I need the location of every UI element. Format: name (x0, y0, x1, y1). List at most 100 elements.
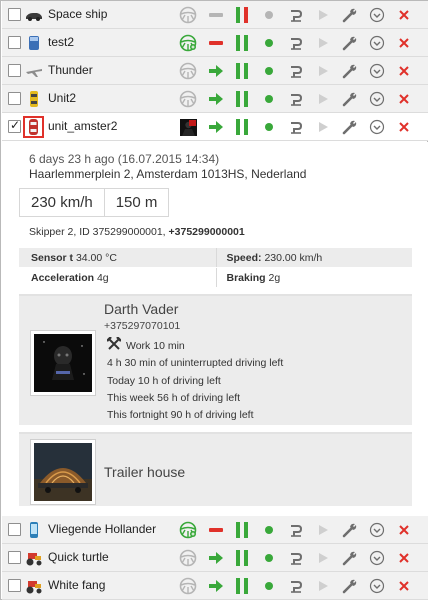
wrench-icon[interactable] (340, 117, 360, 137)
car-top-icon (23, 116, 44, 138)
trailer-card: Trailer house (19, 432, 412, 506)
wrench-icon[interactable] (340, 5, 360, 25)
unit-row[interactable]: Unit2 (2, 85, 428, 113)
unit-name[interactable]: Thunder (48, 63, 93, 77)
unit-checkbox[interactable] (8, 579, 21, 592)
delete-icon[interactable] (394, 576, 414, 596)
dropdown-menu-icon[interactable] (367, 576, 387, 596)
steering-wheel-icon[interactable] (178, 5, 198, 25)
wrench-icon[interactable] (340, 33, 360, 53)
dropdown-menu-icon[interactable] (367, 89, 387, 109)
command-icon[interactable] (286, 33, 306, 53)
last-message-time: 6 days 23 h ago (16.07.2015 14:34) (29, 152, 220, 166)
command-icon[interactable] (286, 117, 306, 137)
play-track-icon[interactable] (313, 5, 333, 25)
pause-icon (232, 548, 252, 568)
taxi-icon (25, 90, 43, 108)
work-status: Work 10 min (106, 336, 185, 354)
driver-name: Darth Vader (104, 301, 179, 317)
driver-card-phone: +375297070101 (104, 320, 181, 332)
moving-arrow-icon (206, 548, 226, 568)
pause-icon (232, 520, 252, 540)
pause-icon (232, 33, 252, 53)
play-track-icon[interactable] (313, 89, 333, 109)
driving-limit-line: Today 10 h of driving left (107, 375, 221, 387)
steering-wheel-icon[interactable] (178, 548, 198, 568)
unit-row[interactable]: Quick turtle (2, 544, 428, 572)
command-icon[interactable] (286, 520, 306, 540)
unit-checkbox[interactable] (8, 118, 21, 133)
unit-name[interactable]: Quick turtle (48, 550, 109, 564)
unit-row[interactable]: Space ship (2, 1, 428, 29)
driver-photo-icon[interactable] (178, 117, 198, 137)
wrench-icon[interactable] (340, 576, 360, 596)
unit-checkbox[interactable] (8, 36, 21, 49)
steering-wheel-icon[interactable] (178, 520, 198, 540)
command-icon[interactable] (286, 576, 306, 596)
command-icon[interactable] (286, 548, 306, 568)
wrench-icon[interactable] (340, 520, 360, 540)
dropdown-menu-icon[interactable] (367, 61, 387, 81)
steering-wheel-icon[interactable] (178, 33, 198, 53)
gps-dot-icon (259, 117, 279, 137)
dropdown-menu-icon[interactable] (367, 5, 387, 25)
sensor-cell: Sensor t 34.00 °C (31, 252, 117, 264)
unit-row[interactable]: test2 (2, 29, 428, 57)
stop-dash-icon (206, 33, 226, 53)
dropdown-menu-icon[interactable] (367, 33, 387, 53)
unit-row[interactable]: Thunder (2, 57, 428, 85)
dropdown-menu-icon[interactable] (367, 548, 387, 568)
play-track-icon[interactable] (313, 61, 333, 81)
unit-row[interactable]: unit_amster2 (2, 113, 428, 141)
unit-row[interactable]: Vliegende Hollander (2, 516, 428, 544)
steering-wheel-icon[interactable] (178, 61, 198, 81)
play-track-icon[interactable] (313, 117, 333, 137)
play-track-icon[interactable] (313, 576, 333, 596)
unit-row[interactable]: White fang (2, 572, 428, 600)
driver-info-text: Skipper 2, ID 375299000001, (29, 226, 169, 238)
moving-arrow-icon (206, 61, 226, 81)
unit-checkbox[interactable] (8, 523, 21, 536)
gps-dot-icon (259, 33, 279, 53)
dropdown-menu-icon[interactable] (367, 117, 387, 137)
gps-dot-icon (259, 576, 279, 596)
unit-checkbox[interactable] (8, 8, 21, 21)
play-track-icon[interactable] (313, 520, 333, 540)
unit-name[interactable]: Unit2 (48, 91, 76, 105)
gps-dot-icon (259, 61, 279, 81)
delete-icon[interactable] (394, 117, 414, 137)
play-track-icon[interactable] (313, 548, 333, 568)
unit-checkbox[interactable] (8, 64, 21, 77)
play-track-icon[interactable] (313, 33, 333, 53)
sensors-table: Sensor t 34.00 °C Speed: 230.00 km/h Acc… (19, 248, 412, 288)
steering-wheel-icon[interactable] (178, 89, 198, 109)
unit-checkbox[interactable] (8, 551, 21, 564)
gps-dot-icon (259, 520, 279, 540)
truck-icon (25, 34, 43, 52)
unit-name[interactable]: unit_amster2 (48, 119, 117, 133)
wrench-icon[interactable] (340, 548, 360, 568)
delete-icon[interactable] (394, 33, 414, 53)
delete-icon[interactable] (394, 5, 414, 25)
command-icon[interactable] (286, 5, 306, 25)
delete-icon[interactable] (394, 520, 414, 540)
driving-limit-line: 4 h 30 min of uninterrupted driving left (107, 357, 284, 369)
delete-icon[interactable] (394, 548, 414, 568)
steering-wheel-icon[interactable] (178, 576, 198, 596)
unit-name[interactable]: Vliegende Hollander (48, 522, 156, 536)
command-icon[interactable] (286, 61, 306, 81)
unit-checkbox[interactable] (8, 92, 21, 105)
driver-phone: +375299000001 (168, 226, 245, 238)
wrench-icon[interactable] (340, 61, 360, 81)
moving-arrow-icon (206, 117, 226, 137)
command-icon[interactable] (286, 89, 306, 109)
wrench-icon[interactable] (340, 89, 360, 109)
dropdown-menu-icon[interactable] (367, 520, 387, 540)
driver-info: Skipper 2, ID 375299000001, +37529900000… (29, 226, 245, 238)
gps-dot-icon (259, 89, 279, 109)
delete-icon[interactable] (394, 89, 414, 109)
unit-name[interactable]: test2 (48, 35, 74, 49)
unit-name[interactable]: White fang (48, 578, 105, 592)
delete-icon[interactable] (394, 61, 414, 81)
unit-name[interactable]: Space ship (48, 7, 107, 21)
